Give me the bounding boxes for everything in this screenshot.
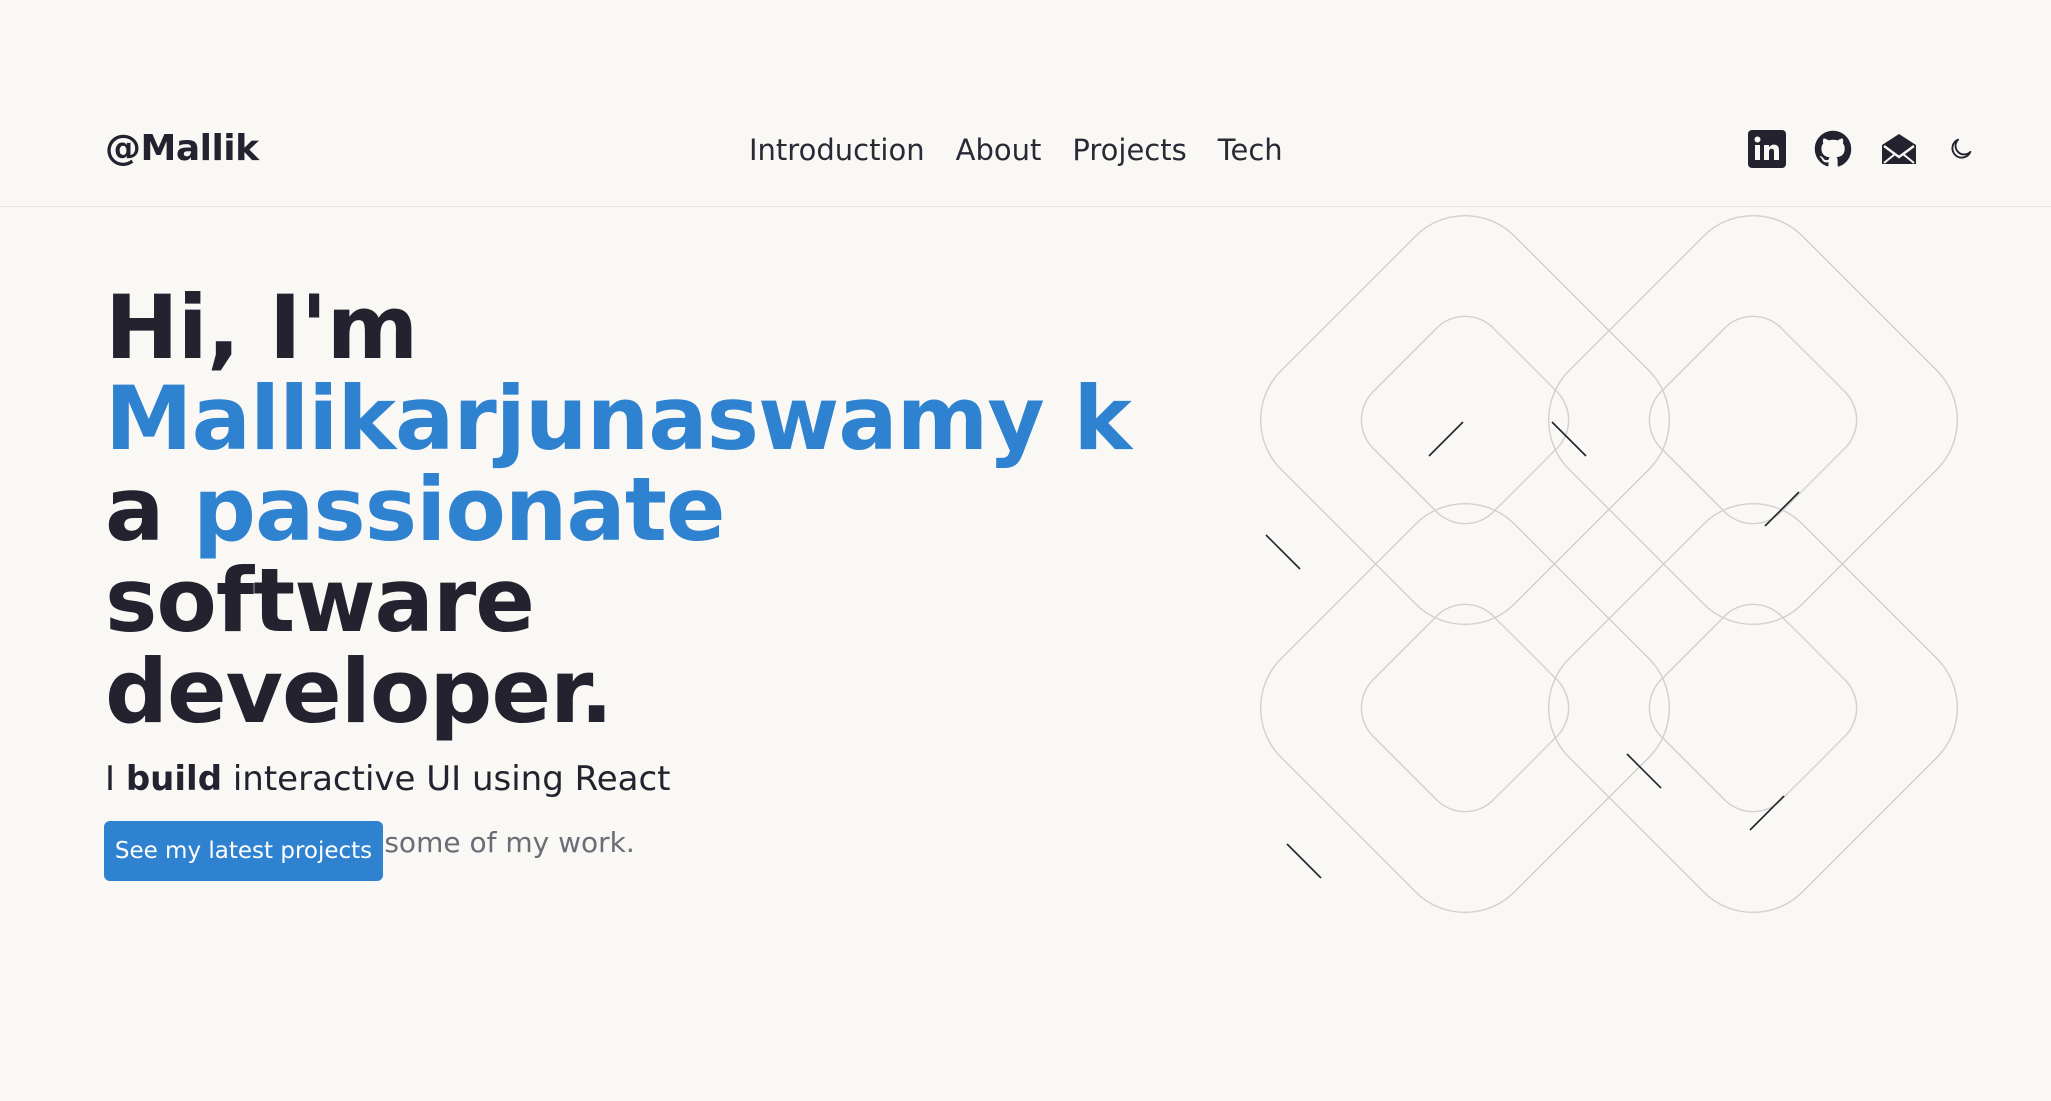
hero-subtitle: I build interactive UI using React [105,759,1155,800]
hero-headline: Hi, I'm Mallikarjunaswamy k a passionate… [105,282,1155,737]
nav-about[interactable]: About [956,136,1042,165]
hero-section: Hi, I'm Mallikarjunaswamy k a passionate… [105,282,1155,859]
site-header: @Mallik Introduction About Projects Tech [0,0,2051,207]
github-icon[interactable] [1814,130,1852,168]
linkedin-icon[interactable] [1748,130,1786,168]
mail-icon[interactable] [1880,130,1918,168]
decorative-knot-illustration [1259,214,1959,914]
latest-projects-button[interactable]: See my latest projects [104,821,383,881]
nav-projects[interactable]: Projects [1072,136,1186,165]
headline-greeting: Hi, I'm [105,276,418,379]
headline-suffix: software [105,549,535,652]
headline-prefix: a [105,458,164,561]
social-links [1748,130,1976,168]
moon-icon[interactable] [1946,134,1976,164]
subtitle-i: I [105,759,116,799]
headline-name: Mallikarjunaswamy k [105,367,1132,470]
main-nav: Introduction About Projects Tech [749,136,1283,165]
nav-tech[interactable]: Tech [1218,136,1283,165]
headline-accent-word: passionate [193,458,726,561]
nav-introduction[interactable]: Introduction [749,136,925,165]
subtitle-bold: build [125,759,223,799]
brand-logo[interactable]: @Mallik [105,131,259,167]
headline-role: developer. [105,640,613,743]
subtitle-rest: interactive UI using React [232,759,671,799]
